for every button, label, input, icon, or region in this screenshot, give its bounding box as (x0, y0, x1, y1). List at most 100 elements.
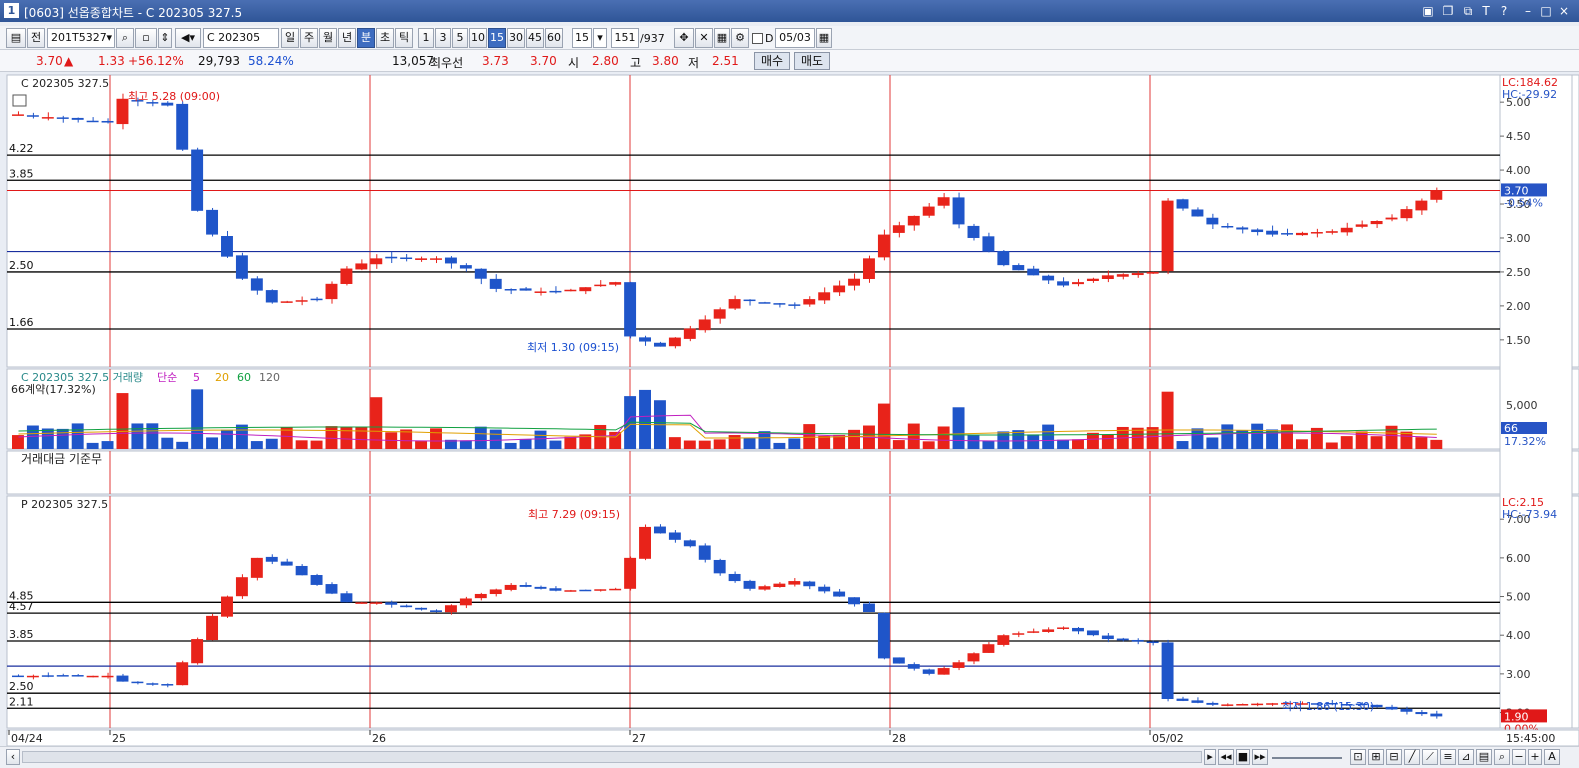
volume-bar (1161, 391, 1174, 449)
buy-button[interactable]: 매수 (754, 52, 790, 70)
fast-forward-icon[interactable]: ▸▸ (1252, 749, 1268, 765)
call-candle (1146, 271, 1159, 274)
cross-icon[interactable]: ✕ (695, 28, 713, 48)
sound-icon[interactable]: ◀▾ (175, 28, 201, 48)
x-axis (6, 729, 1579, 746)
call-candle (1266, 230, 1279, 235)
volume-rate: 58.24% (248, 54, 294, 68)
text-icon[interactable]: T (1478, 3, 1494, 19)
volume-bar (1101, 434, 1114, 449)
chart-menu-icon[interactable]: ▤ (6, 28, 26, 48)
count-field[interactable]: 151 (611, 28, 639, 48)
gear-icon[interactable]: ⚙ (731, 28, 749, 48)
call-candle (1206, 217, 1219, 225)
interval-button-3[interactable]: 3 (435, 28, 451, 48)
zoom-fit-icon[interactable]: ⊡ (1350, 749, 1366, 765)
volume-bar (1191, 428, 1204, 449)
maximize-icon[interactable]: □ (1538, 3, 1554, 19)
magnifier-icon[interactable]: ⌕ (1494, 749, 1510, 765)
y-tick-label: 5.00 (1506, 591, 1531, 604)
interval-button-30[interactable]: 30 (507, 28, 525, 48)
scroll-left-icon[interactable]: ‹ (6, 749, 20, 765)
ma-period: 120 (259, 371, 280, 384)
put-candle (1042, 629, 1055, 632)
put-candle (71, 675, 84, 677)
font-size-icon[interactable]: A (1544, 749, 1560, 765)
tf-button-1[interactable]: 주 (300, 28, 318, 48)
x-tick-label: 26 (372, 732, 386, 745)
rewind-icon[interactable]: ◂◂ (1218, 749, 1234, 765)
zoom-in-icon[interactable]: + (1528, 749, 1542, 765)
code-select[interactable]: 201T5327 ▾ (47, 28, 115, 48)
volume-bar (146, 423, 159, 449)
help-icon[interactable]: ? (1496, 3, 1512, 19)
call-candle (1400, 209, 1413, 219)
period-button[interactable]: 전 (27, 28, 45, 48)
call-candle (639, 337, 651, 342)
call-candle (564, 289, 577, 292)
zoom-out-icon[interactable]: − (1512, 749, 1526, 765)
volume-bar (788, 438, 801, 449)
copy-icon[interactable]: ❐ (1440, 3, 1456, 19)
minimize-icon[interactable]: – (1520, 3, 1536, 19)
tf-button-3[interactable]: 년 (338, 28, 356, 48)
volume-bar (474, 426, 487, 449)
volume-bar (489, 429, 502, 449)
draw-line-icon[interactable]: ╱ (1404, 749, 1420, 765)
search-icon[interactable]: ⌕ (116, 28, 134, 48)
trend-icon[interactable]: ⟋ (1422, 749, 1438, 765)
tf-button-2[interactable]: 월 (319, 28, 337, 48)
volume-bar (818, 435, 831, 449)
change-value: 1.33 (98, 54, 125, 68)
date-checkbox[interactable] (752, 33, 763, 44)
horizontal-scrollbar[interactable] (22, 751, 1202, 763)
tf-button-5[interactable]: 초 (376, 28, 394, 48)
split-icon[interactable]: ⊟ (1386, 749, 1402, 765)
date-field[interactable]: 05/03 (775, 28, 815, 48)
tf-button-6[interactable]: 틱 (395, 28, 413, 48)
zoom-slider[interactable] (1272, 757, 1342, 759)
interval-button-15[interactable]: 15 (488, 28, 506, 48)
option-code-field[interactable]: C 202305 327 (203, 28, 279, 62)
interval-button-1[interactable]: 1 (418, 28, 434, 48)
bid-price: 3.70 (530, 54, 557, 68)
level-label: 1.66 (9, 316, 34, 329)
volume-sub: 66계약(17.32%) (11, 382, 96, 396)
chart-type-icon[interactable]: ⊿ (1458, 749, 1474, 765)
interval-button-5[interactable]: 5 (452, 28, 468, 48)
play-icon[interactable]: ▸ (1204, 749, 1216, 765)
cursor-icon[interactable]: ✥ (674, 28, 694, 48)
volume-bar (848, 429, 861, 449)
y-tick-label: 4.00 (1506, 629, 1531, 642)
text-tool-icon[interactable]: ▤ (1476, 749, 1492, 765)
close-icon[interactable]: × (1556, 3, 1572, 19)
interval-dropdown-icon[interactable]: ▾ (593, 28, 607, 48)
call-candle (1101, 275, 1114, 280)
save-icon[interactable]: ▦ (714, 28, 730, 48)
stop-icon[interactable]: ■ (1236, 749, 1250, 765)
chart-area[interactable]: 4.223.852.501.664.854.573.852.502.115.00… (0, 72, 1579, 746)
interval-button-10[interactable]: 10 (469, 28, 487, 48)
tf-button-0[interactable]: 일 (281, 28, 299, 48)
zoom-icon[interactable]: ⊞ (1368, 749, 1384, 765)
interval-field[interactable]: 15 (572, 28, 592, 48)
option-picker-icon[interactable]: ▫ (135, 28, 157, 48)
restore-icon[interactable]: ▣ (1420, 3, 1436, 19)
spin-icon[interactable]: ⇕ (158, 28, 172, 48)
call-candle (997, 250, 1010, 266)
link-icon[interactable]: ⧉ (1460, 3, 1476, 19)
calendar-icon[interactable]: ▦ (816, 28, 832, 48)
tf-button-4[interactable]: 분 (357, 28, 375, 48)
put-candle (385, 602, 398, 605)
call-candle (474, 268, 487, 279)
interval-button-45[interactable]: 45 (526, 28, 544, 48)
call-candle (1281, 233, 1293, 235)
change-rate: +56.12% (128, 54, 184, 68)
put-candle (280, 561, 293, 566)
sell-button[interactable]: 매도 (794, 52, 830, 70)
fib-icon[interactable]: ≡ (1440, 749, 1456, 765)
up-arrow-icon: ▲ (64, 54, 74, 68)
interval-button-60[interactable]: 60 (545, 28, 563, 48)
y-tick-label: 6.00 (1506, 552, 1531, 565)
call-candle (698, 319, 711, 331)
